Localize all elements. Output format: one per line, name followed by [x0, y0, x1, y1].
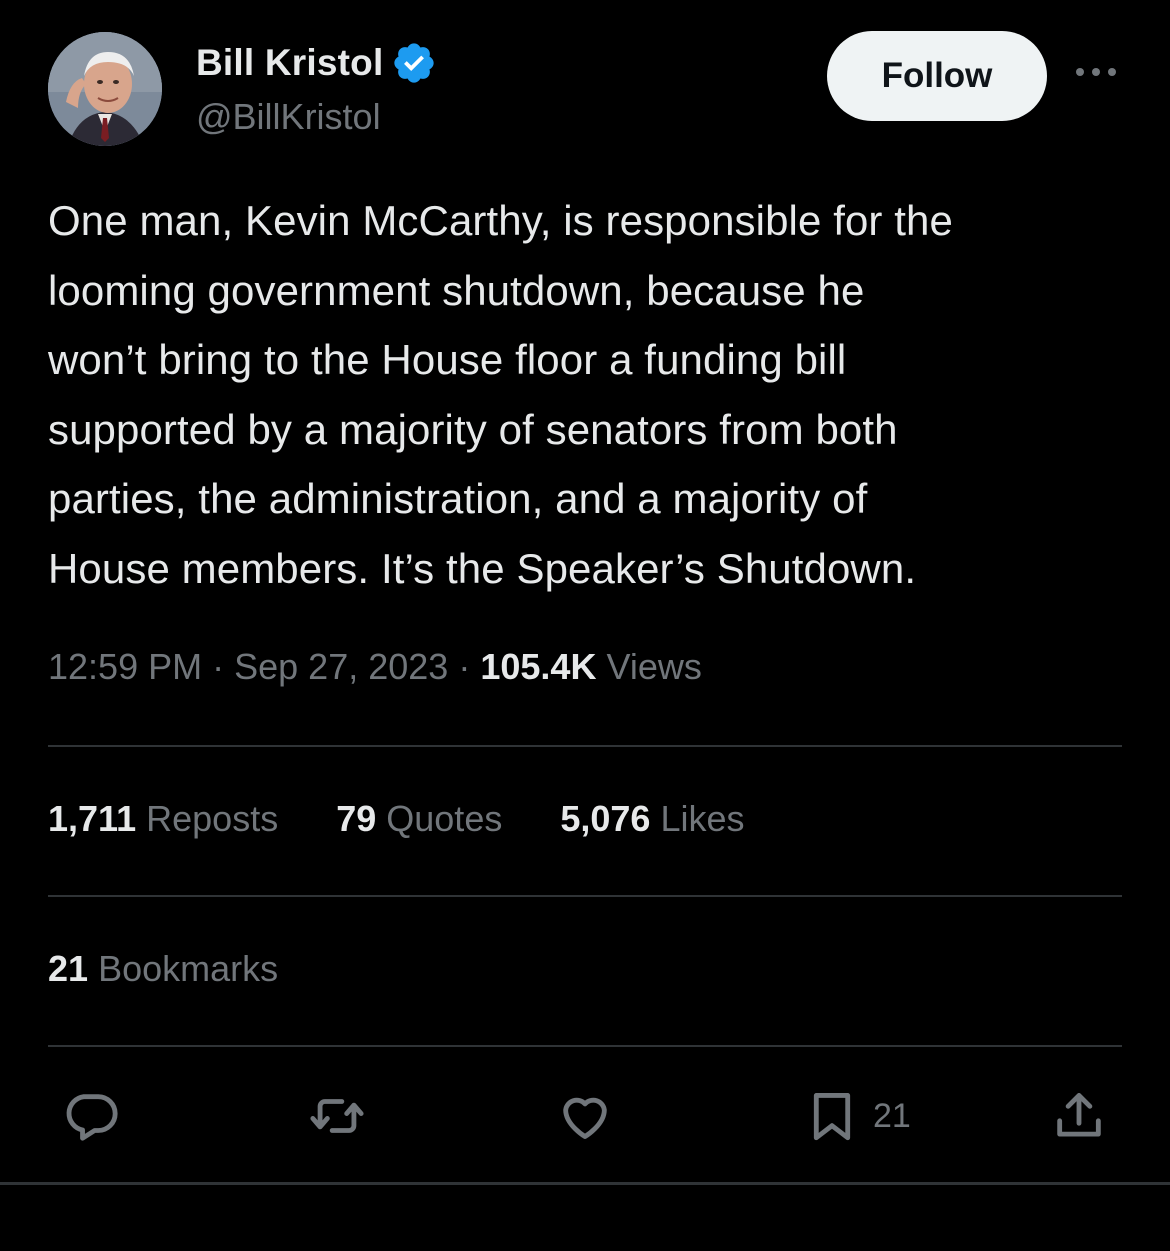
divider: [48, 1045, 1122, 1047]
like-button[interactable]: [556, 1080, 614, 1152]
bottom-divider: [0, 1182, 1170, 1185]
bookmarks-label: Bookmarks: [98, 948, 279, 989]
tweet-date[interactable]: Sep 27, 2023: [234, 646, 448, 687]
avatar-photo: [48, 32, 162, 146]
verified-badge-icon: [394, 43, 435, 83]
bookmarks-stat[interactable]: 21 Bookmarks: [48, 948, 278, 990]
share-button[interactable]: [1050, 1080, 1108, 1152]
bookmark-action-count: 21: [873, 1096, 911, 1135]
tweet-time[interactable]: 12:59 PM: [48, 646, 202, 687]
repost-button[interactable]: [308, 1080, 366, 1152]
author-name-row: Bill Kristol: [196, 40, 437, 86]
tweet-meta: 12:59 PM · Sep 27, 2023 · 105.4K Views: [48, 646, 702, 688]
avatar[interactable]: [48, 32, 162, 146]
likes-count: 5,076: [560, 798, 651, 839]
share-icon: [1057, 1093, 1101, 1137]
tweet-header: Bill Kristol @BillKristol Follow: [48, 30, 1122, 150]
author-name[interactable]: Bill Kristol: [196, 42, 383, 84]
engagement-stats: 1,711 Reposts 79 Quotes 5,076 Likes: [48, 798, 803, 840]
more-horizontal-icon[interactable]: [1072, 60, 1120, 84]
bookmarks-count: 21: [48, 948, 89, 989]
reposts-stat[interactable]: 1,711 Reposts: [48, 798, 278, 840]
author-handle[interactable]: @BillKristol: [196, 96, 381, 138]
repost-icon: [310, 1099, 364, 1133]
heart-icon: [563, 1097, 607, 1139]
quotes-count: 79: [336, 798, 377, 839]
divider: [48, 895, 1122, 897]
likes-stat[interactable]: 5,076 Likes: [560, 798, 744, 840]
quotes-stat[interactable]: 79 Quotes: [336, 798, 502, 840]
reposts-label: Reposts: [146, 798, 279, 839]
divider: [48, 745, 1122, 747]
bookmark-icon: [813, 1093, 851, 1141]
reposts-count: 1,711: [48, 798, 137, 839]
views-count: 105.4K: [480, 646, 597, 687]
reply-button[interactable]: [62, 1080, 120, 1152]
meta-separator: ·: [458, 646, 471, 687]
bookmark-button[interactable]: 21: [803, 1080, 911, 1152]
tweet-text: One man, Kevin McCarthy, is responsible …: [48, 197, 953, 592]
meta-separator: ·: [212, 646, 225, 687]
action-bar: 21: [0, 1080, 1170, 1160]
likes-label: Likes: [660, 798, 745, 839]
reply-icon: [66, 1094, 118, 1141]
quotes-label: Quotes: [386, 798, 503, 839]
views-label: Views: [606, 646, 702, 687]
follow-button[interactable]: Follow: [827, 31, 1047, 121]
